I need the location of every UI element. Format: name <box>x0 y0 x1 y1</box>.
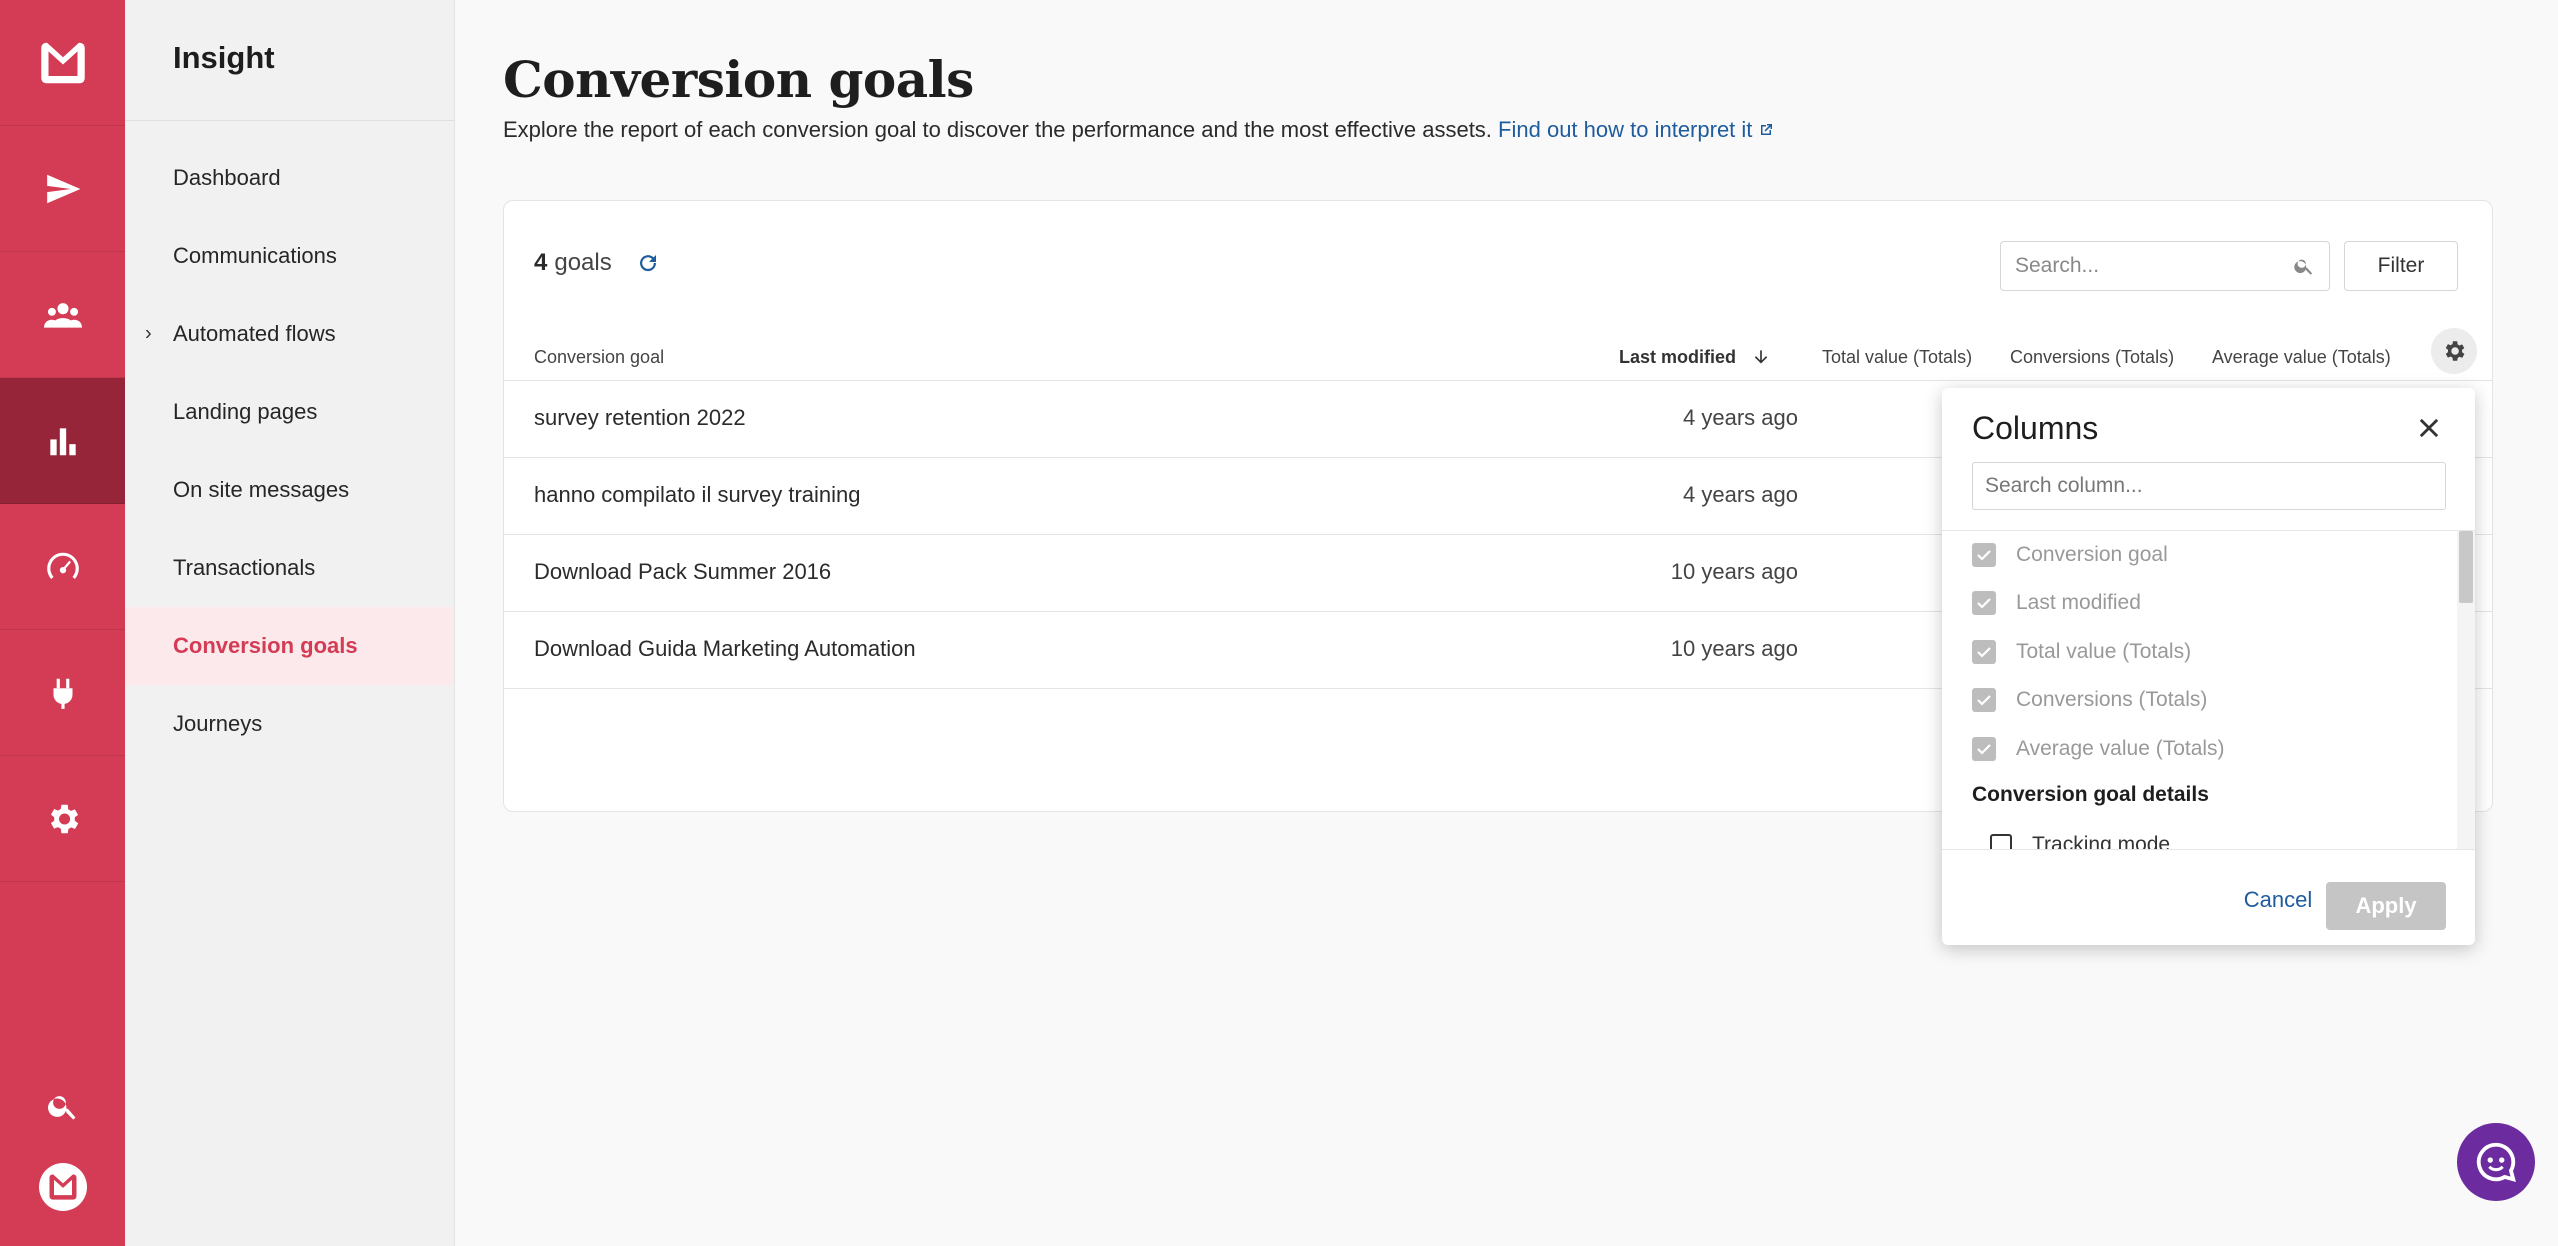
chart-icon[interactable] <box>0 378 125 504</box>
page-description: Explore the report of each conversion go… <box>503 117 1774 143</box>
column-header-average-value[interactable]: Average value (Totals) <box>2212 347 2391 368</box>
chat-icon <box>2476 1142 2516 1182</box>
sidebar-nav: Dashboard Communications › Automated flo… <box>125 139 454 763</box>
logo-icon[interactable] <box>0 0 125 126</box>
sidebar-item-communications[interactable]: Communications <box>125 217 454 295</box>
page-title: Conversion goals <box>503 50 974 109</box>
last-modified: 4 years ago <box>1683 482 1798 507</box>
gear-icon[interactable] <box>0 756 125 882</box>
description-text: Explore the report of each conversion go… <box>503 117 1492 142</box>
chevron-right-icon: › <box>145 322 152 345</box>
avatar[interactable] <box>0 1162 125 1212</box>
column-option-label: Average value (Totals) <box>2016 737 2225 760</box>
send-icon[interactable] <box>0 126 125 252</box>
column-group-title: Conversion goal details <box>1972 783 2209 806</box>
search-icon <box>2294 259 2313 275</box>
scrollbar[interactable] <box>2457 531 2475 849</box>
sidebar-item-journeys[interactable]: Journeys <box>125 685 454 763</box>
sidebar-item-label: Landing pages <box>173 399 318 424</box>
checkbox-checked-icon <box>1972 737 1996 761</box>
column-option: Total value (Totals) <box>1972 637 2191 667</box>
last-modified: 4 years ago <box>1683 405 1798 430</box>
sidebar-item-label: On site messages <box>173 477 350 502</box>
checkbox-checked-icon <box>1972 591 1996 615</box>
external-link-icon <box>1761 124 1773 135</box>
column-option-tracking-mode[interactable]: Tracking mode <box>1972 830 2171 850</box>
sidebar-item-dashboard[interactable]: Dashboard <box>125 139 454 217</box>
search-input[interactable] <box>2015 254 2293 278</box>
sidebar-item-label: Conversion goals <box>173 633 358 658</box>
goal-name[interactable]: Download Guida Marketing Automation <box>534 636 916 662</box>
column-option: Conversions (Totals) <box>1972 685 2207 715</box>
sidebar-item-transactionals[interactable]: Transactionals <box>125 529 454 607</box>
goal-name[interactable]: survey retention 2022 <box>534 405 746 431</box>
column-settings-button[interactable] <box>2431 328 2477 374</box>
contacts-icon[interactable] <box>0 252 125 378</box>
popover-title: Columns <box>1972 410 2099 446</box>
table-header: Conversion goal Last modified Total valu… <box>504 339 2492 381</box>
last-modified: 10 years ago <box>1670 636 1798 661</box>
column-option-label: Last modified <box>2016 591 2141 614</box>
sidebar-item-automated-flows[interactable]: › Automated flows <box>125 295 454 373</box>
arrow-down-icon <box>1754 350 1768 364</box>
search-field[interactable] <box>2000 241 2330 291</box>
columns-popover: Columns Conversion goal Last modified To… <box>1942 388 2475 945</box>
checkbox-unchecked-icon[interactable] <box>1990 834 2012 849</box>
last-modified: 10 years ago <box>1670 559 1798 584</box>
help-link-label: Find out how to interpret it <box>1498 117 1753 142</box>
gear-icon <box>2445 341 2465 361</box>
goals-count: 4 goals <box>534 249 660 277</box>
column-header-conversions[interactable]: Conversions (Totals) <box>2010 347 2174 368</box>
scrollbar-thumb[interactable] <box>2459 531 2473 603</box>
sidebar-item-conversion-goals[interactable]: Conversion goals <box>125 607 454 685</box>
checkbox-checked-icon <box>1972 688 1996 712</box>
app-rail <box>0 0 125 1246</box>
sidebar-item-label: Automated flows <box>173 321 336 346</box>
column-option-label: Conversion goal <box>2016 543 2168 566</box>
column-search-input[interactable] <box>1972 462 2446 510</box>
checkbox-checked-icon <box>1972 543 1996 567</box>
sidebar-item-landing-pages[interactable]: Landing pages <box>125 373 454 451</box>
plug-icon[interactable] <box>0 630 125 756</box>
column-list: Conversion goal Last modified Total valu… <box>1942 530 2475 850</box>
sidebar-item-label: Communications <box>173 243 337 268</box>
search-icon[interactable] <box>0 1086 125 1126</box>
column-header-label: Last modified <box>1619 347 1737 367</box>
goal-name[interactable]: Download Pack Summer 2016 <box>534 559 831 585</box>
section-title: Insight <box>125 0 454 121</box>
sidebar: Insight Dashboard Communications › Autom… <box>125 0 455 1246</box>
sidebar-item-label: Journeys <box>173 711 263 736</box>
column-header-total-value[interactable]: Total value (Totals) <box>1822 347 1972 368</box>
sidebar-item-label: Transactionals <box>173 555 316 580</box>
goals-count-label: goals <box>554 249 612 276</box>
column-option: Last modified <box>1972 588 2141 618</box>
column-option: Conversion goal <box>1972 540 2168 570</box>
refresh-icon[interactable] <box>636 251 660 275</box>
close-icon[interactable] <box>2415 414 2443 442</box>
column-option-label: Conversions (Totals) <box>2016 688 2208 711</box>
column-option-label: Tracking mode <box>2032 833 2171 850</box>
column-option-label: Total value (Totals) <box>2016 640 2192 663</box>
column-header-last-modified[interactable]: Last modified <box>1619 347 1771 368</box>
apply-button[interactable]: Apply <box>2326 882 2446 930</box>
goals-count-number: 4 <box>534 249 548 276</box>
column-header-goal[interactable]: Conversion goal <box>534 347 664 368</box>
column-option: Average value (Totals) <box>1972 734 2225 764</box>
chat-support-button[interactable] <box>2457 1123 2535 1201</box>
help-link[interactable]: Find out how to interpret it <box>1498 117 1774 142</box>
filter-button[interactable]: Filter <box>2344 241 2458 291</box>
sidebar-item-label: Dashboard <box>173 165 281 190</box>
checkbox-checked-icon <box>1972 640 1996 664</box>
goal-name[interactable]: hanno compilato il survey training <box>534 482 861 508</box>
speedometer-icon[interactable] <box>0 504 125 630</box>
sidebar-item-on-site-messages[interactable]: On site messages <box>125 451 454 529</box>
